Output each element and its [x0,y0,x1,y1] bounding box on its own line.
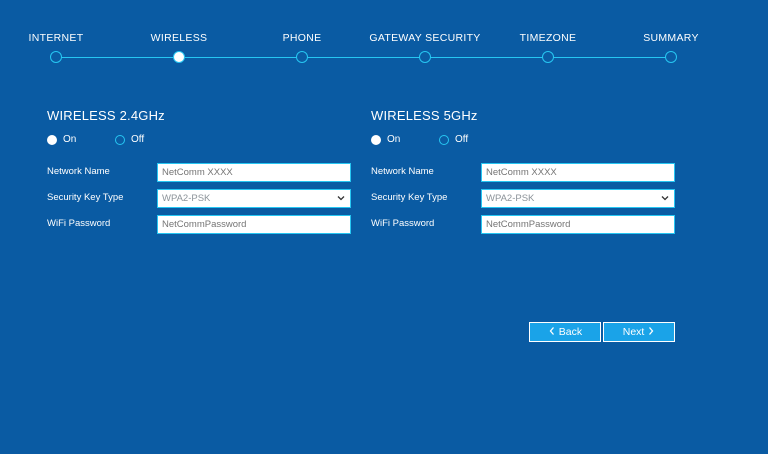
chevron-down-icon [337,196,345,201]
wifi-password-input[interactable] [481,215,675,234]
wireless-24ghz-panel: WIRELESS 2.4GHz On Off Network Name Secu… [47,108,357,234]
select-value: WPA2-PSK [162,193,211,204]
panel-title: WIRELESS 2.4GHz [47,108,165,123]
network-name-input[interactable] [157,163,351,182]
step-dot[interactable] [296,51,308,63]
radio-label: On [387,134,401,145]
wifi-password-row: WiFi Password [371,215,681,234]
panel-title: WIRELESS 5GHz [371,108,478,123]
radio-dot-checked[interactable] [47,135,57,145]
step-label: SUMMARY [643,32,699,44]
wizard-stepper: INTERNET WIRELESS PHONE GATEWAY SECURITY… [0,0,768,70]
chevron-down-icon [661,196,669,201]
step-label: GATEWAY SECURITY [369,32,481,44]
radio-label: Off [131,134,145,145]
step-dot[interactable] [50,51,62,63]
step-summary[interactable]: SUMMARY [601,0,741,63]
step-internet[interactable]: INTERNET [0,0,126,63]
wifi-password-label: WiFi Password [47,218,111,229]
stepper-line [56,57,672,58]
step-label: PHONE [282,32,322,44]
radio-group: On Off [371,134,681,148]
wifi-password-row: WiFi Password [47,215,357,234]
step-dot[interactable] [419,51,431,63]
step-wireless[interactable]: WIRELESS [109,0,249,63]
step-timezone[interactable]: TIMEZONE [478,0,618,63]
wifi-password-input[interactable] [157,215,351,234]
security-key-type-label: Security Key Type [47,192,124,203]
step-label: TIMEZONE [519,32,577,44]
security-key-type-row: Security Key Type WPA2-PSK [371,189,681,208]
step-dot-active[interactable] [173,51,185,63]
radio-dot[interactable] [115,135,125,145]
wifi-password-label: WiFi Password [371,218,435,229]
security-key-type-row: Security Key Type WPA2-PSK [47,189,357,208]
wireless-5ghz-panel: WIRELESS 5GHz On Off Network Name Securi… [371,108,681,234]
security-key-type-select[interactable]: WPA2-PSK [481,189,675,208]
network-name-row: Network Name [371,163,681,182]
network-name-label: Network Name [47,166,110,177]
radio-dot-checked[interactable] [371,135,381,145]
chevron-right-icon [649,327,654,335]
next-button-label: Next [622,326,645,338]
step-gateway-security[interactable]: GATEWAY SECURITY [355,0,495,63]
step-label: WIRELESS [150,32,208,44]
network-name-label: Network Name [371,166,434,177]
step-dot[interactable] [665,51,677,63]
radio-label: Off [455,134,469,145]
step-phone[interactable]: PHONE [232,0,372,63]
security-key-type-label: Security Key Type [371,192,448,203]
radio-dot[interactable] [439,135,449,145]
chevron-left-icon [549,327,554,335]
radio-label: On [63,134,77,145]
back-button-label: Back [558,326,583,338]
security-key-type-select[interactable]: WPA2-PSK [157,189,351,208]
step-dot[interactable] [542,51,554,63]
back-button[interactable]: Back [529,322,601,342]
radio-group: On Off [47,134,357,148]
network-name-input[interactable] [481,163,675,182]
select-value: WPA2-PSK [486,193,535,204]
network-name-row: Network Name [47,163,357,182]
next-button[interactable]: Next [603,322,675,342]
step-label: INTERNET [28,32,84,44]
